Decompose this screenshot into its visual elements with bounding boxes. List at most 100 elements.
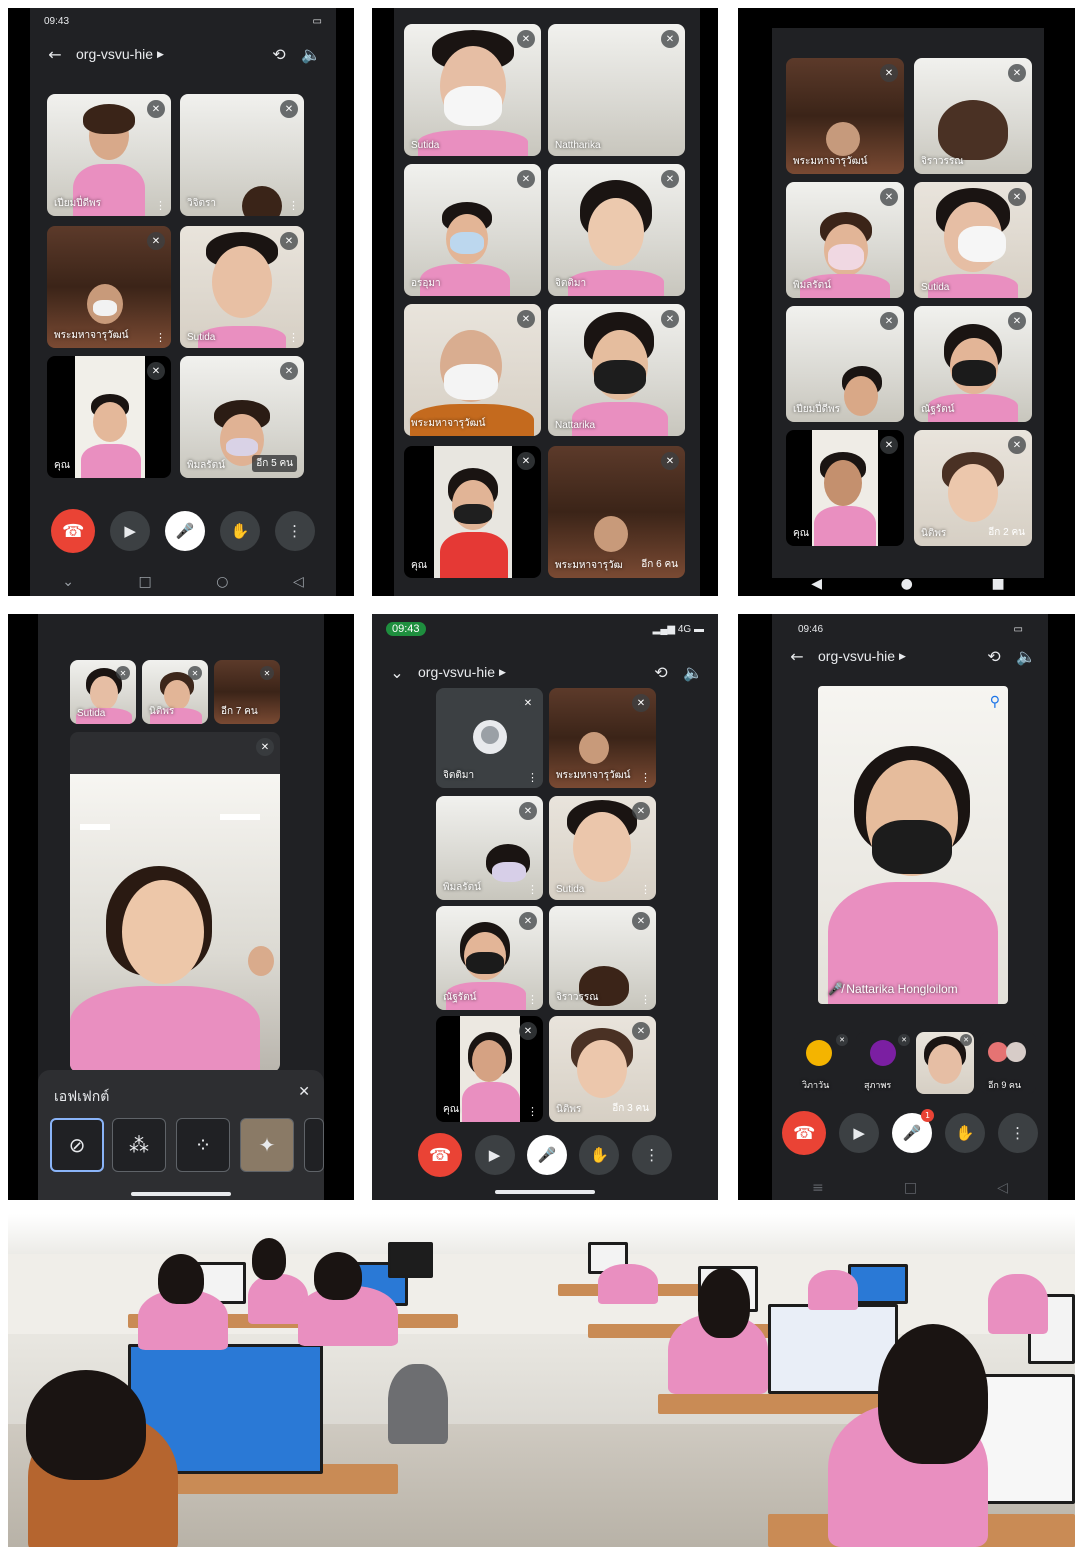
recent-apps-icon[interactable]: □ [138,574,151,590]
more-vert-icon[interactable]: ⋮ [288,331,299,344]
more-vert-icon[interactable]: ⋮ [527,1105,538,1118]
call-controls: ☎ ▶ 🎤 1 ✋ ⋮ [772,1109,1048,1156]
participant-tile[interactable]: ✕ เปียมปี่ดีพร ⋮ [47,94,171,216]
chevron-down-icon[interactable]: ⌄ [62,574,74,590]
participant-tile[interactable]: ✕ วิจิตรา ⋮ [180,94,304,216]
participant-tile-overflow[interactable]: ✕ นิติพร อีก 2 คน [914,430,1032,546]
home-indicator[interactable] [131,1192,231,1196]
phone-hangup-icon[interactable]: ☎ [51,509,96,553]
participant-tile[interactable]: ✕ พิมลรัตน์ [786,182,904,298]
raise-hand-icon[interactable]: ✋ [579,1135,620,1175]
participant-tile[interactable]: ✕ Nattharika [548,24,685,156]
participant-thumb-overflow[interactable]: ✕ อีก 7 คน [214,660,280,724]
participant-tile[interactable]: ✕ Nattarika [548,304,685,436]
effect-none-icon[interactable]: ⊘ [50,1118,104,1172]
participant-tile[interactable]: ✕ Sutida ⋮ [180,226,304,348]
speaker-icon[interactable]: 🔈 [682,661,704,683]
participant-tile[interactable]: ✕ พระมหาจารุวัฒน์ ⋮ [549,688,656,788]
video-icon[interactable]: ▶ [839,1113,880,1153]
back-icon[interactable]: ◁ [293,574,304,590]
home-indicator[interactable] [495,1190,595,1194]
meeting-code[interactable]: org-vsvu-hie ▶ [76,46,258,62]
video-icon[interactable]: ▶ [474,1135,515,1175]
back-icon[interactable]: ◁ [997,1180,1008,1196]
arrow-left-icon[interactable]: ← [44,43,66,65]
participant-thumb[interactable]: ✕ วิภาวัน [794,1032,850,1094]
self-preview[interactable]: ✕ [70,732,280,1072]
more-participants-count: อีก 2 คน [988,527,1025,538]
participant-tile[interactable]: ✕ Sutida ⋮ [549,796,656,900]
participant-tile[interactable]: ✕ Sutida [914,182,1032,298]
participant-thumb[interactable]: ✕ [916,1032,974,1094]
home-icon[interactable]: ● [901,576,913,592]
phone-hangup-icon[interactable]: ☎ [418,1133,463,1177]
participant-tile[interactable]: ✕ จิราวรรณ [914,58,1032,174]
participant-tile[interactable]: ✕ เปียมปี่ดีพร [786,306,904,422]
participant-tile-overflow[interactable]: ✕ นิติพร อีก 3 คน [549,1016,656,1122]
more-vert-icon[interactable]: ⋮ [274,511,315,551]
home-icon[interactable]: □ [904,1180,917,1196]
participant-tile-self[interactable]: ✕ คุณ [786,430,904,546]
mic-off-icon: ✕ [836,1034,848,1046]
home-icon[interactable]: ○ [216,574,228,590]
participant-tile-self[interactable]: ✕ คุณ ⋮ [436,1016,543,1122]
participant-thumb-overflow[interactable]: อีก 9 คน [980,1032,1036,1094]
speaker-icon[interactable]: 🔈 [1015,645,1037,667]
more-vert-icon[interactable]: ⋮ [640,883,651,896]
back-icon[interactable]: ◀ [811,576,822,592]
participant-tile[interactable]: ✕ จิราวรรณ ⋮ [549,906,656,1010]
video-icon[interactable]: ▶ [110,511,151,551]
participant-tile[interactable]: ✕ พิมลรัตน์ ⋮ [436,796,543,900]
more-vert-icon[interactable]: ⋮ [527,993,538,1006]
participant-tile[interactable]: ✕ ณัฐรัตน์ [914,306,1032,422]
raise-hand-icon[interactable]: ✋ [219,511,260,551]
meeting-code[interactable]: org-vsvu-hie ▶ [818,648,973,664]
more-vert-icon[interactable]: ⋮ [527,771,538,784]
effect-background-icon[interactable]: ✦ [240,1118,294,1172]
participant-thumb[interactable]: ✕ นิติพร [142,660,208,724]
arrow-left-icon[interactable]: ← [786,645,808,667]
effect-background-icon[interactable] [304,1118,324,1172]
pinned-participant[interactable]: ⚲ 🎤̸ Nattarika Hongloilom [818,686,1008,1004]
camera-switch-icon[interactable]: ⟲ [268,43,290,65]
speaker-icon[interactable]: 🔈 [300,43,322,65]
participant-tile[interactable]: ✕ Sutida [404,24,541,156]
participant-thumb[interactable]: ✕ Sutida [70,660,136,724]
menu-icon[interactable]: ≡ [812,1180,824,1196]
participant-tile[interactable]: ✕ จิตติมา [548,164,685,296]
more-vert-icon[interactable]: ⋮ [640,771,651,784]
participant-name: พิมลรัตน์ [793,280,832,291]
camera-switch-icon[interactable]: ⟲ [650,661,672,683]
effect-blur-light-icon[interactable]: ⁘ [176,1118,230,1172]
more-vert-icon[interactable]: ⋮ [155,331,166,344]
meeting-code[interactable]: org-vsvu-hie ▶ [418,664,640,680]
participant-thumb[interactable]: ✕ สุภาพร [856,1032,912,1094]
participant-tile[interactable]: ✕ อรอุมา [404,164,541,296]
more-vert-icon[interactable]: ⋮ [640,993,651,1006]
mic-off-icon[interactable]: 🎤 [164,511,205,551]
mic-off-icon[interactable]: 🎤 1 [891,1109,934,1153]
camera-switch-icon[interactable]: ⟲ [983,645,1005,667]
raise-hand-icon[interactable]: ✋ [944,1113,985,1153]
participant-tile[interactable]: ✕ จิตติมา ⋮ [436,688,543,788]
chevron-down-icon[interactable]: ⌄ [386,661,408,683]
participant-tile[interactable]: ✕ ณัฐรัตน์ ⋮ [436,906,543,1010]
more-vert-icon[interactable]: ⋮ [631,1135,672,1175]
participant-tile[interactable]: ✕ พระมหาจารุวัฒน์ [404,304,541,436]
effect-blur-strong-icon[interactable]: ⁂ [112,1118,166,1172]
mic-off-icon[interactable]: 🎤 [526,1135,567,1175]
participant-tile[interactable]: ✕ พระมหาจารุวัฒน์ [786,58,904,174]
participant-tile-overflow[interactable]: ✕ พระมหาจารุวัฒ อีก 6 คน [548,446,685,578]
more-vert-icon[interactable]: ⋮ [288,199,299,212]
participant-tile-self[interactable]: ✕ คุณ [47,356,171,478]
close-icon[interactable]: ✕ [298,1084,310,1100]
pin-icon[interactable]: ⚲ [990,694,1000,710]
more-vert-icon[interactable]: ⋮ [527,883,538,896]
recent-apps-icon[interactable]: ■ [991,576,1004,592]
more-vert-icon[interactable]: ⋮ [997,1113,1038,1153]
participant-tile[interactable]: ✕ พระมหาจารุวัฒน์ ⋮ [47,226,171,348]
participant-tile-self[interactable]: ✕ คุณ [404,446,541,578]
participant-tile-overflow[interactable]: ✕ พิมลรัตน์ อีก 5 คน [180,356,304,478]
more-vert-icon[interactable]: ⋮ [155,199,166,212]
phone-hangup-icon[interactable]: ☎ [782,1111,827,1155]
